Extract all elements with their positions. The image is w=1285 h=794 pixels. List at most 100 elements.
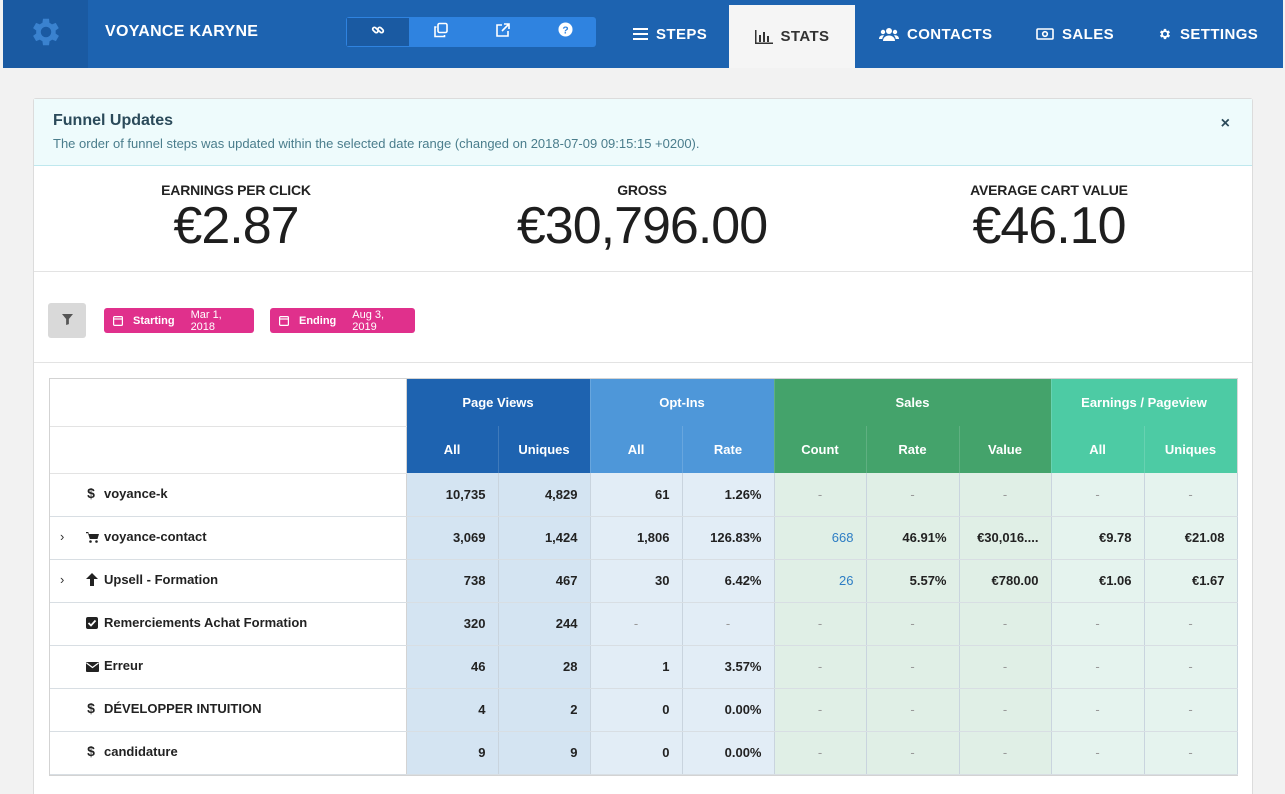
cell-op-all: 1,806 [590,516,683,560]
nav-sales[interactable]: SALES [1036,0,1114,68]
cell-sa-count: - [774,731,867,775]
cell-op-rate: 1.26% [682,473,775,517]
col-header[interactable]: All [1051,426,1145,473]
cell-op-rate: 3.57% [682,645,775,689]
nav-stats[interactable]: STATS [729,5,855,68]
help-button[interactable]: ? [534,17,596,47]
expand-chevron-icon[interactable]: › [60,572,86,587]
cell-ep-all: - [1051,473,1145,517]
expand-chevron-icon[interactable]: › [60,529,86,544]
nav-settings[interactable]: SETTINGS [1158,0,1258,68]
col-header[interactable]: Value [959,426,1052,473]
cell-sa-count[interactable]: 26 [774,559,867,603]
cell-pv-uniques: 467 [498,559,591,603]
col-header[interactable]: Uniques [1144,426,1238,473]
cell-pv-uniques: 244 [498,602,591,646]
step-name-cell: Erreur [50,645,407,689]
table-corner [50,379,407,427]
svg-text:?: ? [562,25,568,36]
table-row[interactable]: › Upsell - Formation 738 467 30 6.42% 26 5.57% €… [50,559,1238,603]
alert-title: Funnel Updates [53,112,174,129]
nav-steps-label: STEPS [656,25,708,43]
cell-op-rate: - [682,602,775,646]
col-header[interactable]: Rate [682,426,775,473]
kpi-value: €2.87 [173,197,299,255]
table-row[interactable]: $ candidature 9 9 0 0.00% - - - - - [50,731,1238,775]
funnel-toolbar: ? [346,17,596,47]
step-name[interactable]: Upsell - Formation [104,572,218,587]
step-name[interactable]: candidature [104,744,178,759]
nav-stats-label: STATS [780,28,830,45]
col-header[interactable]: All [406,426,499,473]
table-corner [50,426,407,474]
table-row[interactable]: Erreur 46 28 1 3.57% - - - - - [50,645,1238,689]
group-header-earnings: Earnings / Pageview [1051,379,1238,426]
table-row[interactable]: › voyance-contact 3,069 1,424 1,806 126.83% 66… [50,516,1238,560]
filter-button[interactable] [48,303,86,338]
group-header-page-views: Page Views [406,379,591,426]
cell-pv-all: 738 [406,559,499,603]
cell-sa-rate: - [866,473,960,517]
step-name[interactable]: DÉVELOPPER INTUITION [104,701,261,716]
end-date-label: Ending [299,314,337,327]
kpi-value: €46.10 [972,197,1126,255]
col-header[interactable]: Uniques [498,426,591,473]
cell-sa-value: - [959,731,1052,775]
col-header[interactable]: All [590,426,683,473]
cell-sa-value: - [959,602,1052,646]
cell-pv-uniques: 4,829 [498,473,591,517]
cell-sa-rate: - [866,688,960,732]
dollar-icon: $ [86,700,102,718]
cell-pv-uniques: 9 [498,731,591,775]
cell-sa-count: - [774,602,867,646]
dollar-icon: $ [86,485,102,503]
table-row[interactable]: $ voyance-k 10,735 4,829 61 1.26% - - - - - [50,473,1238,517]
table-row[interactable]: $ DÉVELOPPER INTUITION 4 2 0 0.00% - - - - - [50,688,1238,732]
svg-text:$: $ [87,744,95,758]
step-name[interactable]: voyance-k [104,486,168,501]
cell-pv-all: 46 [406,645,499,689]
list-icon [633,28,648,40]
cell-op-rate: 0.00% [682,731,775,775]
cell-sa-value: - [959,688,1052,732]
cell-pv-all: 10,735 [406,473,499,517]
clone-button[interactable] [410,17,472,47]
calendar-icon [279,315,289,326]
link-button[interactable] [346,17,410,47]
cell-pv-all: 3,069 [406,516,499,560]
kpi-gross: GROSS €30,796.00 [462,182,822,256]
step-name-cell: $ candidature [50,731,407,775]
col-header[interactable]: Rate [866,426,960,473]
open-external-button[interactable] [472,17,534,47]
filter-bar: Starting Mar 1, 2018 Ending Aug 3, 2019 [34,272,1252,363]
start-date-value: Mar 1, 2018 [190,308,222,333]
end-date-picker[interactable]: Ending Aug 3, 2019 [270,308,415,333]
cell-sa-count[interactable]: 668 [774,516,867,560]
col-header[interactable]: Count [774,426,867,473]
alert-message: The order of funnel steps was updated wi… [53,136,700,151]
kpi-value: €30,796.00 [516,197,768,255]
step-name[interactable]: Erreur [104,658,143,673]
table-row[interactable]: Remerciements Achat Formation 320 244- - - - -… [50,602,1238,646]
users-icon [879,27,899,41]
cell-pv-uniques: 28 [498,645,591,689]
step-name[interactable]: Remerciements Achat Formation [104,615,307,630]
nav-steps[interactable]: STEPS [633,0,707,68]
cell-ep-uniques: - [1144,602,1238,646]
start-date-picker[interactable]: Starting Mar 1, 2018 [104,308,254,333]
cell-pv-all: 4 [406,688,499,732]
close-icon[interactable]: × [1221,115,1230,133]
cell-sa-count: - [774,688,867,732]
svg-text:$: $ [87,486,95,500]
step-name-cell: › Upsell - Formation [50,559,407,603]
logo-button[interactable] [3,0,88,68]
nav-contacts[interactable]: CONTACTS [879,0,992,68]
cell-op-all: 0 [590,688,683,732]
step-name[interactable]: voyance-contact [104,529,207,544]
cell-sa-rate: 46.91% [866,516,960,560]
cell-ep-all: - [1051,688,1145,732]
link-icon [371,23,385,42]
checkbox-icon [86,616,102,632]
cell-op-all: 61 [590,473,683,517]
cell-pv-all: 9 [406,731,499,775]
